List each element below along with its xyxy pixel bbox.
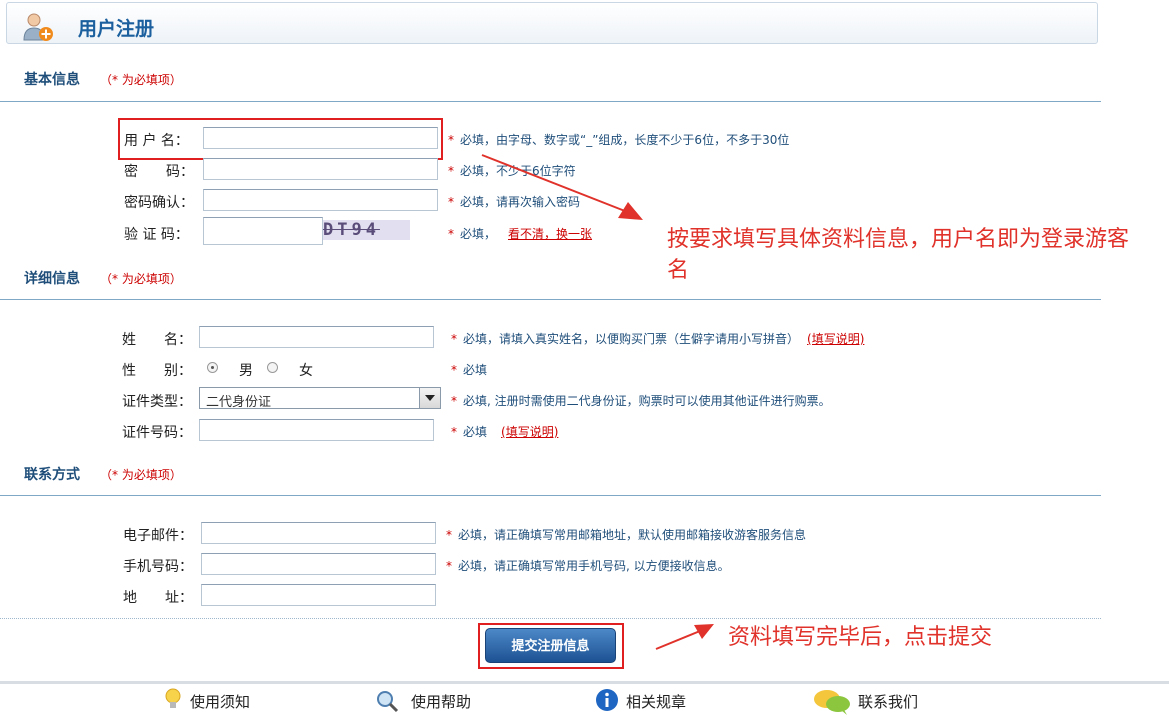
email-label: 电子邮件： xyxy=(123,528,193,544)
gender-female-radio[interactable] xyxy=(267,362,278,373)
id-type-select[interactable]: 二代身份证 xyxy=(199,387,441,410)
name-hint: * 必填，请填入真实姓名，以便购买门票（生僻字请用小写拼音） (填写说明) xyxy=(451,332,865,346)
divider xyxy=(0,299,1101,300)
footer-link-notice[interactable]: 使用须知 xyxy=(190,691,250,712)
gender-female-label: 女 xyxy=(299,363,313,379)
footer-link-help[interactable]: 使用帮助 xyxy=(411,691,471,712)
page-title: 用户注册 xyxy=(78,18,155,40)
chat-bubbles-icon xyxy=(814,690,850,715)
annotation-arrow xyxy=(481,154,643,220)
footer-divider xyxy=(0,681,1169,684)
username-label: 用 户 名： xyxy=(124,133,189,149)
id-number-hint: * 必填 (填写说明) xyxy=(451,425,559,439)
confirm-password-input[interactable] xyxy=(203,189,438,211)
phone-label: 手机号码： xyxy=(123,559,193,575)
add-user-icon xyxy=(23,13,53,41)
name-label: 姓 名： xyxy=(122,332,192,348)
username-hint: * 必填，由字母、数字或“_”组成，长度不少于6位，不多于30位 xyxy=(448,133,790,147)
divider xyxy=(0,101,1101,102)
id-number-input[interactable] xyxy=(199,419,434,441)
gender-male-radio[interactable] xyxy=(207,362,218,373)
password-input[interactable] xyxy=(203,158,438,180)
name-input[interactable] xyxy=(199,326,434,348)
address-input[interactable] xyxy=(201,584,436,606)
divider xyxy=(0,495,1101,496)
address-label: 地 址： xyxy=(123,590,193,606)
annotation-submit-text: 资料填写完毕后，点击提交 xyxy=(728,625,993,650)
username-input[interactable] xyxy=(203,127,438,149)
required-note: （* 为必填项） xyxy=(100,468,182,482)
captcha-image[interactable]: DT94 xyxy=(323,220,410,240)
required-note: （* 为必填项） xyxy=(100,272,182,286)
gender-label: 性 别： xyxy=(122,363,192,379)
name-help-link[interactable]: (填写说明) xyxy=(807,332,864,346)
section-title-contact: 联系方式 xyxy=(24,467,80,483)
submit-button[interactable]: 提交注册信息 xyxy=(485,628,616,663)
gender-male-label: 男 xyxy=(239,363,253,379)
footer-link-contact[interactable]: 联系我们 xyxy=(858,691,918,712)
section-title-detail: 详细信息 xyxy=(24,271,80,287)
id-type-hint: * 必填, 注册时需使用二代身份证，购票时可以使用其他证件进行购票。 xyxy=(451,394,831,408)
phone-input[interactable] xyxy=(201,553,436,575)
footer-link-rules[interactable]: 相关规章 xyxy=(626,691,686,712)
email-input[interactable] xyxy=(201,522,436,544)
section-title-basic: 基本信息 xyxy=(24,72,80,88)
id-help-link[interactable]: (填写说明) xyxy=(501,425,558,439)
email-hint: * 必填，请正确填写常用邮箱地址，默认使用邮箱接收游客服务信息 xyxy=(446,528,807,542)
confirm-label: 密码确认： xyxy=(124,195,194,211)
lightbulb-icon xyxy=(165,688,181,708)
id-type-label: 证件类型： xyxy=(122,394,192,410)
captcha-label: 验 证 码： xyxy=(124,227,189,243)
password-label: 密 码： xyxy=(124,164,194,180)
magnifier-icon xyxy=(377,691,399,713)
id-type-value: 二代身份证 xyxy=(206,395,272,410)
info-icon xyxy=(596,689,618,711)
page-header xyxy=(6,2,1098,44)
annotation-arrow xyxy=(655,624,714,650)
required-note: （* 为必填项） xyxy=(100,73,182,87)
id-number-label: 证件号码： xyxy=(122,425,192,441)
phone-hint: * 必填，请正确填写常用手机号码, 以方便接收信息。 xyxy=(446,559,730,573)
gender-hint: * 必填 xyxy=(451,363,488,377)
captcha-input[interactable] xyxy=(203,217,323,245)
annotation-fill-text: 按要求填写具体资料信息，用户名即为登录游客名 xyxy=(667,227,1130,283)
chevron-down-icon[interactable] xyxy=(419,388,440,408)
